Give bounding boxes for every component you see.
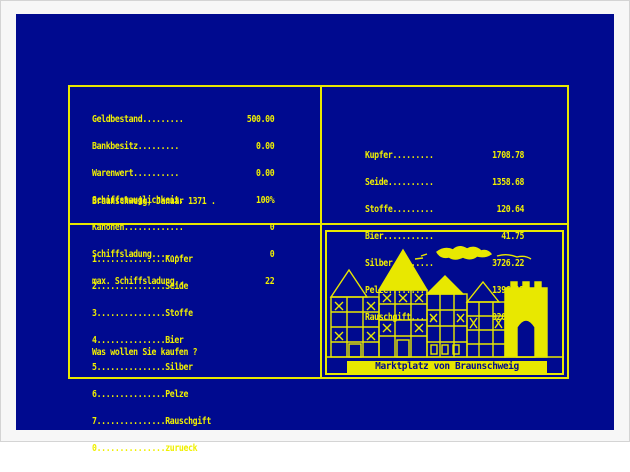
city-gate (504, 281, 548, 358)
menu-item-rauschgift[interactable]: 7...............Rauschgift (92, 417, 211, 427)
price-row-seide: Seide.......... 1358.68 (365, 177, 525, 188)
menu-item-stoffe[interactable]: 3...............Stoffe (92, 309, 211, 319)
price-row-kupfer: Kupfer......... 1708.78 (365, 150, 525, 161)
status-row-cash: Geldbestand......... 500.00 (92, 114, 275, 125)
vertical-divider (320, 87, 322, 377)
left-house (329, 268, 380, 358)
game-screen: Geldbestand......... 500.00 Bankbesitz...… (16, 14, 614, 453)
menu-item-silber[interactable]: 5...............Silber (92, 363, 211, 373)
menu-item-seide[interactable]: 2...............Seide (92, 282, 211, 292)
menu-item-pelze[interactable]: 6...............Pelze (92, 390, 211, 400)
marketplace-picture: Marktplatz von Braunschweig (325, 230, 564, 375)
menu-item-kupfer[interactable]: 1...............Kupfer (92, 255, 211, 265)
cloud-icon (414, 246, 532, 260)
menu-item-zurueck[interactable]: 0...............zurueck (92, 444, 211, 454)
picture-caption: Marktplatz von Braunschweig (347, 361, 547, 373)
middle-house (425, 275, 468, 358)
price-row-stoffe: Stoffe......... 120.64 (365, 204, 525, 215)
status-row-bank: Bankbesitz......... 0.00 (92, 141, 275, 152)
buy-prompt: Was wollen Sie kaufen ? (92, 347, 198, 358)
gabled-house (377, 248, 429, 358)
right-house (465, 280, 506, 358)
window-frame: Geldbestand......... 500.00 Bankbesitz...… (0, 0, 630, 453)
marketplace-illustration (327, 246, 562, 358)
status-row-goods-value: Warenwert.......... 0.00 (92, 168, 275, 179)
status-row-cannons: Kanonen............. 0 (92, 222, 275, 233)
menu-item-bier[interactable]: 4...............Bier (92, 336, 211, 346)
main-panel: Geldbestand......... 500.00 Bankbesitz...… (68, 85, 569, 453)
location-date: Braunschweig, Januar 1371 . (92, 196, 216, 207)
